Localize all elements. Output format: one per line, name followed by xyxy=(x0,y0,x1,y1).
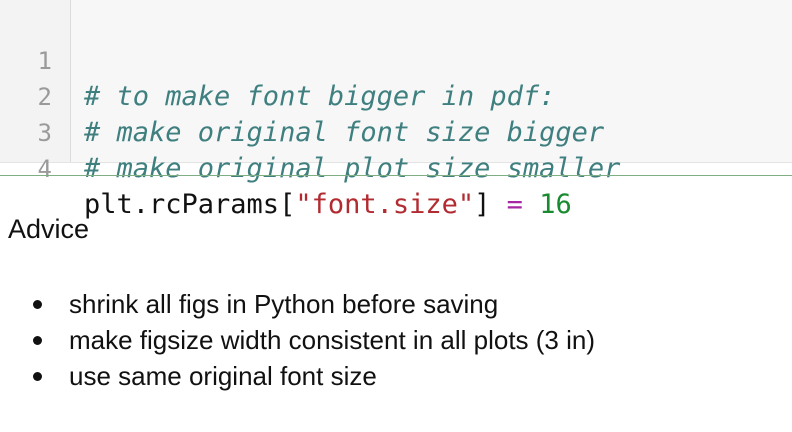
line-number: 4 xyxy=(37,155,52,183)
code-identifier: plt.rcParams[ xyxy=(84,189,296,220)
cell-separator xyxy=(0,175,792,176)
code-cell[interactable]: 1 # to make font bigger in pdf: 2 # make… xyxy=(0,0,792,220)
bullet-icon xyxy=(33,372,42,381)
code-line-1: 1 # to make font bigger in pdf: xyxy=(0,7,792,112)
code-statement: plt.rcParams["font.size"] = 16 xyxy=(84,187,572,223)
list-item: make figsize width consistent in all plo… xyxy=(0,322,792,358)
notebook-page: 1 # to make font bigger in pdf: 2 # make… xyxy=(0,0,792,432)
advice-list: shrink all figs in Python before saving … xyxy=(0,286,792,394)
list-item-text: shrink all figs in Python before saving xyxy=(69,289,499,319)
code-number-literal: 16 xyxy=(539,189,572,220)
code-line-3: 3 # make original plot size smaller xyxy=(0,79,792,184)
bullet-icon xyxy=(33,336,42,345)
code-line-2: 2 # make original font size bigger xyxy=(0,43,792,148)
advice-heading: Advice xyxy=(8,214,90,244)
code-bracket: ] xyxy=(474,189,507,220)
list-item-text: make figsize width consistent in all plo… xyxy=(69,325,596,355)
code-line-4: 4 plt.rcParams["font.size"] = 16 xyxy=(0,115,792,220)
bullet-icon xyxy=(33,300,42,309)
list-item: shrink all figs in Python before saving xyxy=(0,286,792,322)
code-comment: # make original plot size smaller xyxy=(84,153,621,184)
list-item: use same original font size xyxy=(0,358,792,394)
code-string-literal: "font.size" xyxy=(295,189,475,220)
code-assignment-operator: = xyxy=(506,189,523,220)
list-item-text: use same original font size xyxy=(69,361,377,391)
